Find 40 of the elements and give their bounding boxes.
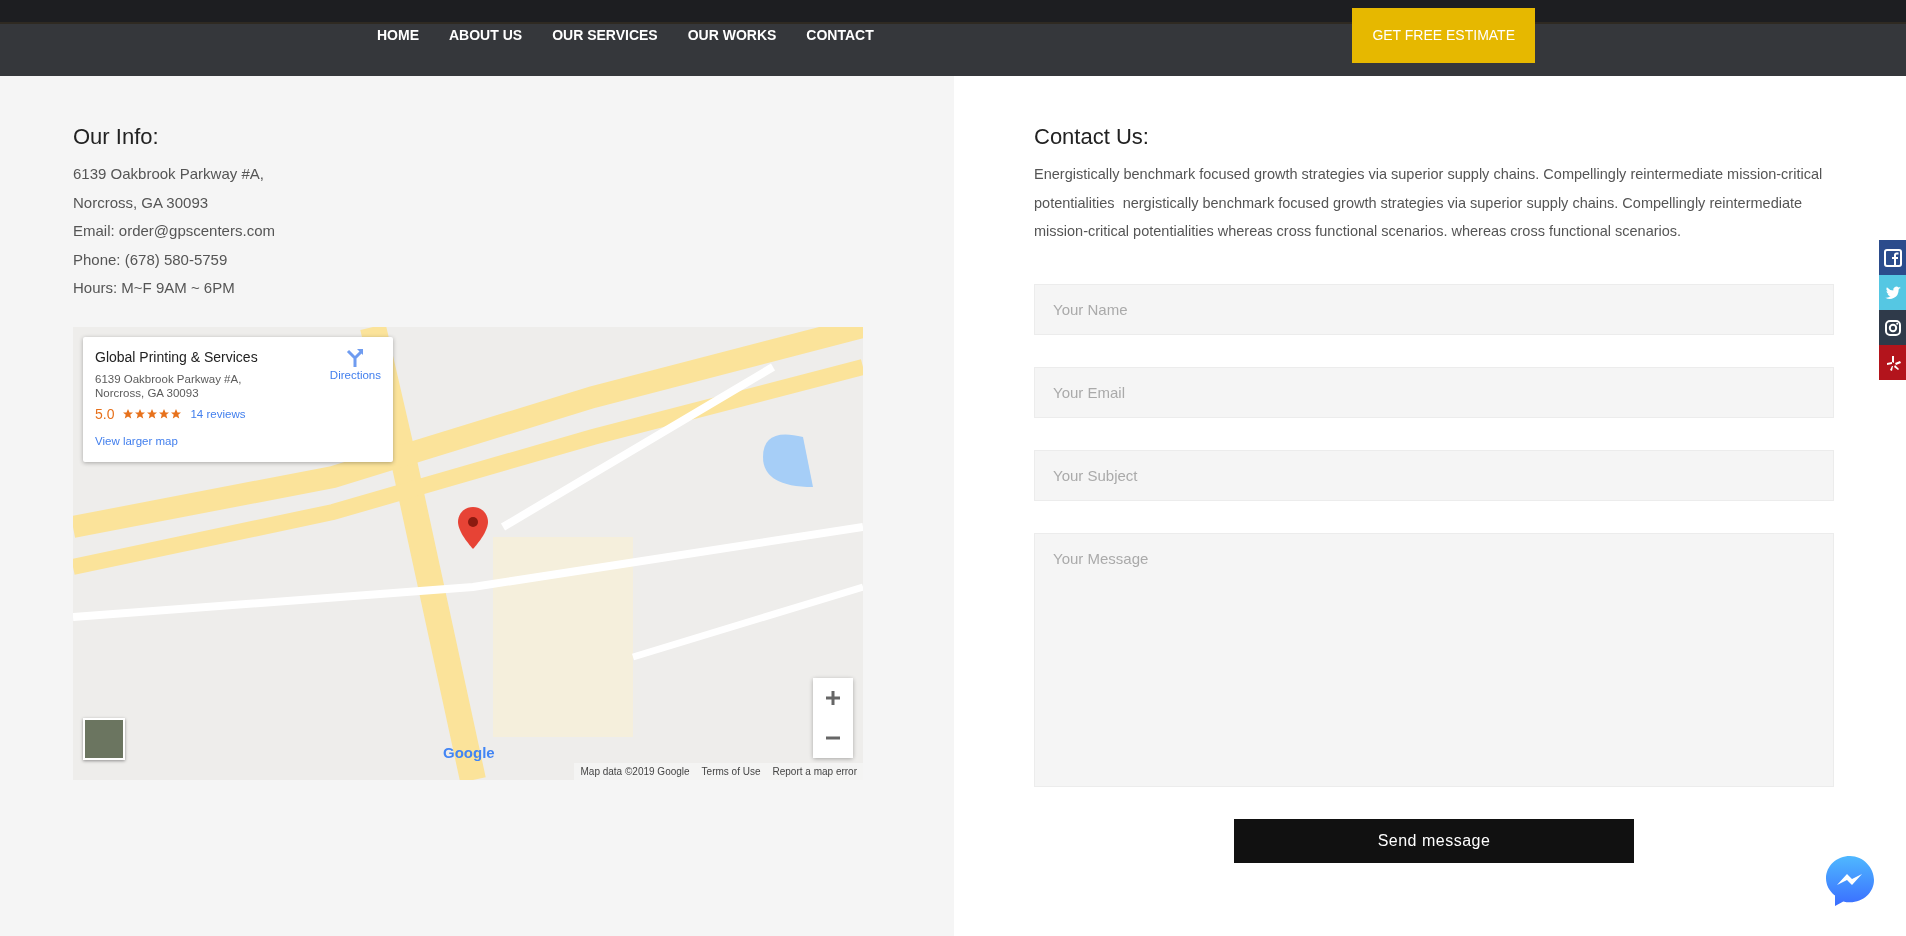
minus-icon [825,735,841,740]
info-line: Norcross, GA 30093 [73,192,210,213]
social-link[interactable] [1879,240,1906,275]
info-line: 6139 Oakbrook Parkway #A, [73,164,265,185]
nav-link-item[interactable]: OUR WORKS [687,25,777,46]
directions-link[interactable]: Directions [329,346,381,452]
attribution-text: Report a map error [772,764,857,779]
attribution-text: Terms of Use [701,764,761,779]
fork-arrow-icon [345,346,366,367]
input-field[interactable]: Your Name [1034,283,1834,335]
nav-link-item[interactable]: HOME [377,25,419,46]
section-title: Contact Us: [1034,124,1150,151]
address-line: Norcross, GA 30093 [95,385,200,400]
attribution-text: Map data ©2019 Google [580,764,690,779]
info-line: Email: order@gpscenters.com [73,221,276,242]
input-field[interactable]: Your Email [1034,366,1834,418]
address-line: 6139 Oakbrook Parkway #A, [95,371,243,386]
nav-link-item[interactable]: OUR SERVICES [552,25,658,46]
info-line: Phone: (678) 580-5759 [73,249,229,270]
f-letter-icon [1883,248,1902,267]
message-field[interactable]: Your Message [1034,532,1834,787]
contact-description: Energistically benchmark focused growth strategies via superior supply chains. Compellingly reintermediate mission-critical potentialities nergistically benchmark focused growth strategies via superior supply chains. Compellingly reintermediate mission-critical potentialities whereas cross functional scenarios. whereas cross functional scenarios. [1034,165,1824,242]
place-name: Global Printing & Services [95,347,259,367]
camera-icon [1883,318,1902,337]
plus-icon [825,689,841,706]
social-link[interactable] [1879,345,1906,380]
section-title: Our Info: [73,124,160,151]
nav-link-item[interactable]: CONTACT [806,25,874,46]
input-field[interactable]: Your Subject [1034,449,1834,501]
larger-map-link[interactable]: View larger map [95,432,178,451]
zoom-in-button[interactable] [813,677,853,718]
rating-value: 5.0 [95,404,115,424]
satellite-thumbnail[interactable] [83,717,125,760]
chat-bubble-icon[interactable] [1825,855,1875,907]
reviews-link[interactable]: 14 reviews [190,405,246,423]
map-logo: Google [443,743,495,764]
send-button[interactable]: Send message [1234,818,1634,863]
info-line: Hours: M~F 9AM ~ 6PM [73,278,236,299]
social-link[interactable] [1879,310,1906,345]
nav-link-item[interactable]: ABOUT US [449,25,523,46]
